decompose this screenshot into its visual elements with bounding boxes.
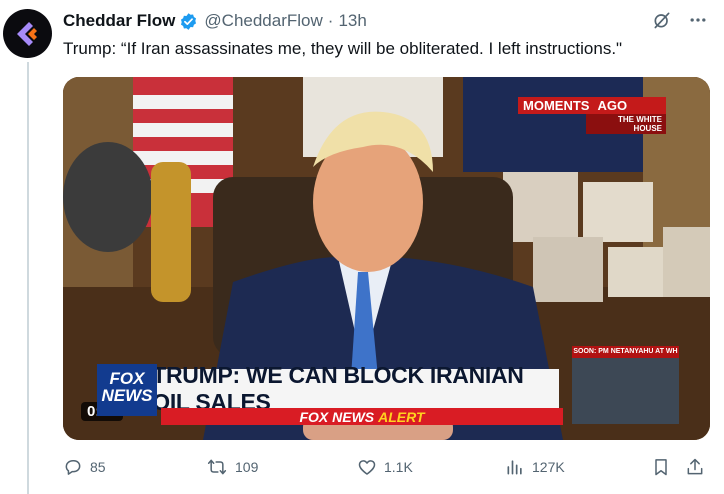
bookmark-icon	[655, 459, 667, 476]
repost-count: 109	[235, 459, 259, 475]
news-chyron: TRUMP: WE CAN BLOCK IRANIAN OIL SALES	[97, 362, 559, 415]
alert-word: ALERT	[378, 408, 425, 425]
tweet-time[interactable]: 13h	[338, 11, 366, 31]
share-button[interactable]	[685, 457, 705, 477]
views-icon	[507, 460, 522, 475]
separator-dot: ·	[327, 11, 334, 30]
author-name[interactable]: Cheddar Flow	[63, 11, 175, 31]
alert-brand: FOX NEWS	[299, 408, 375, 425]
top-actions	[652, 10, 708, 35]
reply-icon	[65, 460, 81, 475]
inset-video: SOON: PM NETANYAHU AT WH	[572, 346, 679, 424]
thread-line	[27, 62, 29, 494]
repost-button[interactable]: 109	[206, 457, 258, 477]
grok-icon[interactable]	[652, 10, 672, 35]
views-count: 127K	[532, 459, 565, 475]
author-handle[interactable]: @CheddarFlow	[204, 11, 322, 31]
share-icon	[687, 458, 703, 475]
avatar[interactable]	[3, 9, 52, 58]
like-button[interactable]: 1.1K	[357, 457, 413, 477]
fox-news-logo: FOX NEWS	[97, 364, 157, 416]
cheddar-flow-logo-icon	[16, 21, 37, 46]
moments-subtitle: THE WHITE HOUSE	[586, 114, 666, 134]
fox-logo-line2: NEWS	[101, 386, 153, 405]
inset-label: SOON: PM NETANYAHU AT WH	[572, 346, 679, 358]
tweet-text: Trump: “If Iran assassinates me, they wi…	[63, 39, 623, 58]
heart-icon	[358, 460, 376, 475]
like-count: 1.1K	[384, 459, 413, 475]
fox-logo-line1: FOX	[109, 369, 145, 388]
moments-ago-badge: MOMENTS AGO THE WHITE HOUSE	[518, 97, 666, 134]
reply-button[interactable]: 85	[63, 457, 106, 477]
alert-bar: FOX NEWS ALERT	[161, 408, 563, 425]
verified-badge-icon	[179, 12, 198, 31]
moments-label: MOMENTS	[523, 98, 590, 113]
ago-label: AGO	[597, 98, 628, 113]
bookmark-button[interactable]	[651, 457, 671, 477]
tweet-actions: 85 109 1.1K 127K	[63, 457, 713, 483]
repost-icon	[207, 459, 227, 475]
reply-count: 85	[90, 459, 106, 475]
views-button[interactable]: 127K	[505, 457, 565, 477]
tweet-header: Cheddar Flow @CheddarFlow · 13h	[63, 9, 367, 33]
more-options-icon[interactable]	[688, 10, 708, 35]
